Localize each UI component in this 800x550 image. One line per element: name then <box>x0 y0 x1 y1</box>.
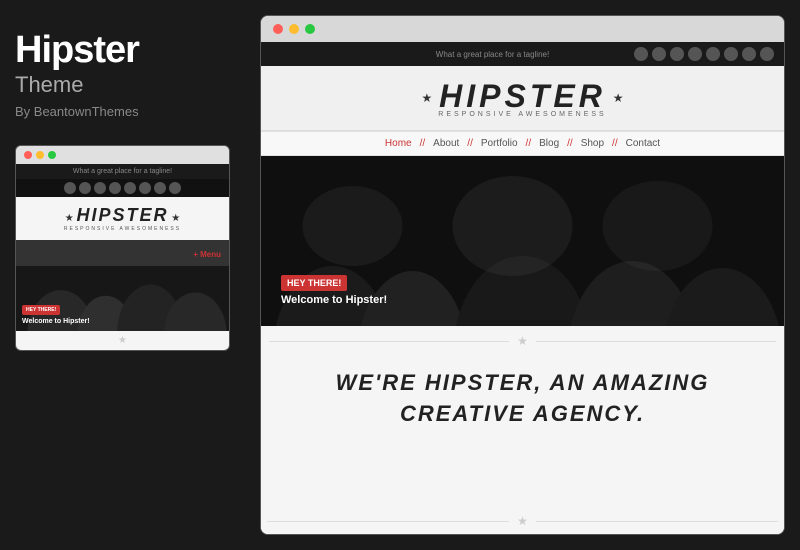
agency-text-line2: CREATIVE AGENCY. <box>281 399 764 430</box>
large-nav: Home // About // Portfolio // Blog // Sh… <box>261 131 784 156</box>
small-topbar: What a great place for a tagline! <box>16 164 229 179</box>
small-hero: HEY THERE! Welcome to Hipster! <box>16 266 229 331</box>
nav-item-home[interactable]: Home <box>377 138 420 149</box>
nav-item-contact[interactable]: Contact <box>618 138 668 149</box>
large-social-icon-5 <box>706 47 720 61</box>
large-social-icon-3 <box>670 47 684 61</box>
large-logo-area: ★ HIPSTER RESPONSIVE AWESOMENESS ★ <box>261 66 784 131</box>
theme-title-section: Hipster Theme By BeantownThemes <box>15 20 230 129</box>
small-social-icon-5 <box>124 182 136 194</box>
left-panel: Hipster Theme By BeantownThemes What a g… <box>0 0 245 550</box>
small-social-bar <box>16 179 229 197</box>
small-social-icon-1 <box>64 182 76 194</box>
small-dot-red <box>24 151 32 159</box>
nav-item-about[interactable]: About <box>425 138 467 149</box>
bottom-divider-line-right <box>536 521 778 522</box>
large-logo-text: HIPSTER <box>438 78 606 115</box>
large-social-icon-2 <box>652 47 666 61</box>
theme-subtitle: Theme <box>15 72 230 98</box>
small-social-icon-3 <box>94 182 106 194</box>
agency-section: WE'RE HIPSTER, AN AMAZING CREATIVE AGENC… <box>261 356 784 508</box>
large-dot-red <box>273 24 283 34</box>
theme-name: Hipster <box>15 30 230 72</box>
large-social-icon-4 <box>688 47 702 61</box>
small-social-icon-2 <box>79 182 91 194</box>
bottom-divider-area: ★ <box>261 508 784 534</box>
small-hero-badge: HEY THERE! Welcome to Hipster! <box>22 298 90 325</box>
small-social-icon-7 <box>154 182 166 194</box>
nav-item-blog[interactable]: Blog <box>531 138 567 149</box>
divider-line-left <box>269 341 509 342</box>
small-logo-area: ★ HIPSTER ★ RESPONSIVE AWESOMENESS <box>16 197 229 240</box>
large-topbar: What a great place for a tagline! <box>261 42 784 66</box>
large-logo-wrapper: ★ HIPSTER RESPONSIVE AWESOMENESS ★ <box>273 78 772 118</box>
small-social-icon-6 <box>139 182 151 194</box>
large-logo-sub: RESPONSIVE AWESOMENESS <box>438 111 606 118</box>
bottom-divider-star: ★ <box>517 514 528 528</box>
small-star-right: ★ <box>171 213 180 224</box>
large-tagline: What a great place for a tagline! <box>351 50 634 59</box>
nav-item-shop[interactable]: Shop <box>573 138 612 149</box>
large-dot-yellow <box>289 24 299 34</box>
small-menu-bar: + Menu <box>16 240 229 266</box>
large-dot-green <box>305 24 315 34</box>
large-star-left: ★ <box>422 91 433 105</box>
large-hero-badge: HEY THERE! Welcome to Hipster! <box>281 273 387 306</box>
small-logo-text: HIPSTER <box>76 205 168 225</box>
large-social-icon-6 <box>724 47 738 61</box>
small-menu-label: + Menu <box>193 250 221 259</box>
small-logo-stars: ★ HIPSTER ★ <box>24 205 221 226</box>
top-divider-area: ★ <box>261 326 784 356</box>
large-browser-chrome <box>261 16 784 42</box>
large-social-icon-8 <box>760 47 774 61</box>
small-social-icon-4 <box>109 182 121 194</box>
small-logo-sub: RESPONSIVE AWESOMENESS <box>24 226 221 232</box>
agency-text-line1: WE'RE HIPSTER, AN AMAZING <box>281 368 764 399</box>
small-browser-preview: What a great place for a tagline! ★ HIPS… <box>15 145 230 351</box>
small-browser-body: What a great place for a tagline! ★ HIPS… <box>16 164 229 350</box>
small-star-divider: ★ <box>16 331 229 350</box>
hey-there-badge: HEY THERE! <box>281 275 347 291</box>
large-browser: What a great place for a tagline! ★ <box>260 15 785 535</box>
large-social-icon-7 <box>742 47 756 61</box>
small-welcome-text: Welcome to Hipster! <box>22 318 90 325</box>
large-social-bar <box>634 47 774 61</box>
divider-line-right <box>536 341 776 342</box>
divider-star-top: ★ <box>517 334 528 348</box>
small-star-left: ★ <box>65 213 74 224</box>
nav-item-portfolio[interactable]: Portfolio <box>473 138 526 149</box>
large-logo-center: HIPSTER RESPONSIVE AWESOMENESS <box>438 78 606 118</box>
theme-author: By BeantownThemes <box>15 104 230 119</box>
large-browser-body: What a great place for a tagline! ★ <box>261 42 784 534</box>
small-hey-there: HEY THERE! <box>22 305 60 315</box>
small-divider-star: ★ <box>118 335 127 346</box>
large-social-icon-1 <box>634 47 648 61</box>
small-dot-green <box>48 151 56 159</box>
large-star-right: ★ <box>613 91 624 105</box>
small-dot-yellow <box>36 151 44 159</box>
welcome-text: Welcome to Hipster! <box>281 294 387 306</box>
small-browser-chrome <box>16 146 229 164</box>
large-hero: HEY THERE! Welcome to Hipster! <box>261 156 784 326</box>
small-tagline: What a great place for a tagline! <box>24 168 221 175</box>
bottom-divider-line-left <box>267 521 509 522</box>
right-panel: What a great place for a tagline! ★ <box>245 0 800 550</box>
small-social-icon-8 <box>169 182 181 194</box>
